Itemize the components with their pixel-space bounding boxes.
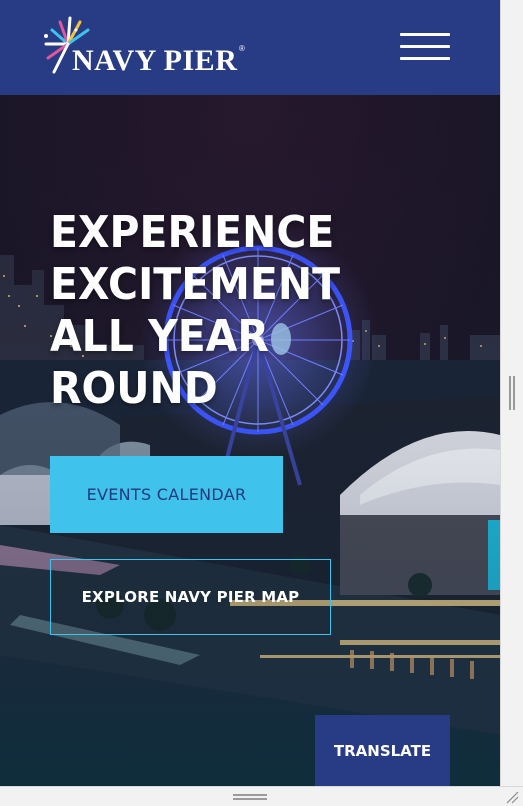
handle-line (233, 798, 267, 800)
hero-section: EXPERIENCE EXCITEMENT ALL YEAR ROUND EVE… (0, 95, 500, 786)
headline-line: EXCITEMENT (50, 259, 341, 310)
headline-line: ALL YEAR (50, 311, 269, 362)
registered-mark: ® (239, 44, 245, 53)
handle-line (509, 376, 511, 410)
translate-button[interactable]: TRANSLATE (315, 715, 450, 786)
navy-pier-logo[interactable]: NAVY PIER ® (42, 16, 252, 80)
hamburger-menu-icon[interactable] (398, 33, 452, 63)
menu-line (400, 57, 450, 60)
site-header: NAVY PIER ® (0, 0, 500, 95)
hero-headline: EXPERIENCE EXCITEMENT ALL YEAR ROUND (50, 207, 370, 415)
menu-line (400, 45, 450, 48)
handle-line (233, 794, 267, 796)
horizontal-resize-handle[interactable] (233, 794, 267, 802)
logo-wordmark: NAVY PIER (72, 44, 238, 77)
corner-resize-grip-icon[interactable] (503, 788, 519, 804)
hero-overlay (0, 95, 500, 786)
menu-line (400, 33, 450, 36)
handle-line (513, 376, 515, 410)
browser-viewport: NAVY PIER ® EXPERIENCE EXCITEMENT ALL YE… (0, 0, 500, 786)
events-calendar-button[interactable]: EVENTS CALENDAR (50, 456, 283, 533)
headline-line: EXPERIENCE (50, 207, 335, 258)
headline-line: ROUND (50, 363, 218, 414)
explore-map-button[interactable]: EXPLORE NAVY PIER MAP (50, 559, 331, 635)
vertical-resize-handle[interactable] (508, 376, 516, 410)
